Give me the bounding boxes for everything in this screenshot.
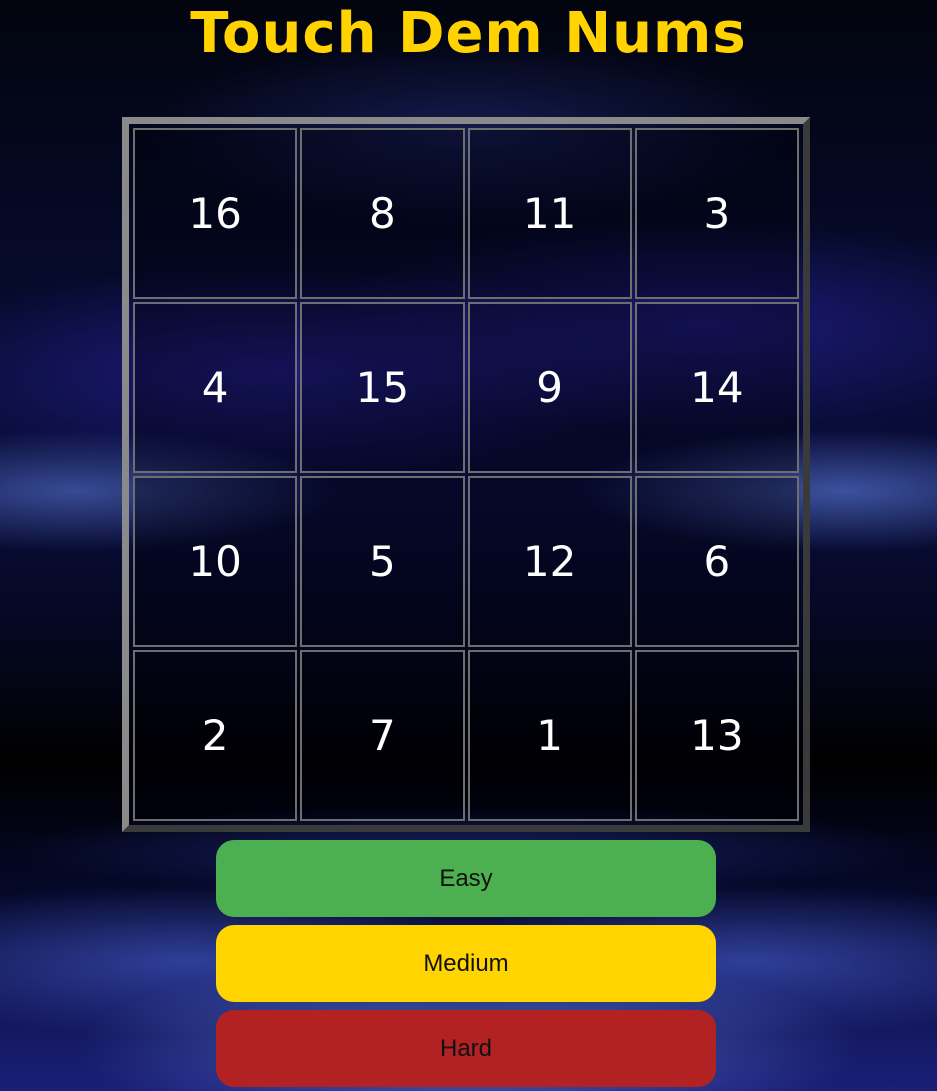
number-grid: 16 8 11 3 4 15 9 14 10 5 12 6 2 7 1 13 bbox=[122, 117, 810, 832]
tile-number: 10 bbox=[188, 537, 242, 586]
grid-tile[interactable]: 7 bbox=[300, 650, 465, 821]
tile-number: 13 bbox=[690, 711, 744, 760]
grid-tile[interactable]: 12 bbox=[467, 476, 632, 647]
grid-tile[interactable]: 13 bbox=[634, 650, 799, 821]
hard-button[interactable]: Hard bbox=[216, 1010, 716, 1087]
grid-tile[interactable]: 1 bbox=[467, 650, 632, 821]
easy-button[interactable]: Easy bbox=[216, 840, 716, 917]
tile-number: 9 bbox=[536, 363, 563, 412]
tile-number: 3 bbox=[703, 189, 731, 238]
grid-tile[interactable]: 10 bbox=[133, 476, 298, 647]
tile-number: 16 bbox=[188, 189, 242, 238]
grid-tile[interactable]: 14 bbox=[634, 302, 799, 473]
grid-tile[interactable]: 6 bbox=[634, 476, 799, 647]
tile-number: 11 bbox=[522, 189, 577, 238]
grid-tile[interactable]: 3 bbox=[634, 128, 799, 299]
tile-number: 14 bbox=[690, 363, 744, 412]
grid-tile[interactable]: 8 bbox=[300, 128, 465, 299]
tile-number: 1 bbox=[536, 711, 563, 760]
grid-tile[interactable]: 9 bbox=[467, 302, 632, 473]
tile-number: 5 bbox=[369, 537, 396, 586]
grid-tile[interactable]: 5 bbox=[300, 476, 465, 647]
tile-number: 6 bbox=[703, 537, 731, 586]
game-title: Touch Dem Nums bbox=[190, 1, 747, 66]
tile-number: 12 bbox=[522, 537, 577, 586]
grid-tile[interactable]: 16 bbox=[133, 128, 298, 299]
grid-tile[interactable]: 4 bbox=[133, 302, 298, 473]
grid-tile[interactable]: 15 bbox=[300, 302, 465, 473]
tile-number: 2 bbox=[201, 711, 229, 760]
tile-number: 7 bbox=[369, 711, 396, 760]
tile-number: 15 bbox=[355, 363, 410, 412]
grid-tile[interactable]: 2 bbox=[133, 650, 298, 821]
tile-number: 4 bbox=[201, 363, 229, 412]
tile-number: 8 bbox=[369, 189, 396, 238]
medium-button[interactable]: Medium bbox=[216, 925, 716, 1002]
grid-tile[interactable]: 11 bbox=[467, 128, 632, 299]
